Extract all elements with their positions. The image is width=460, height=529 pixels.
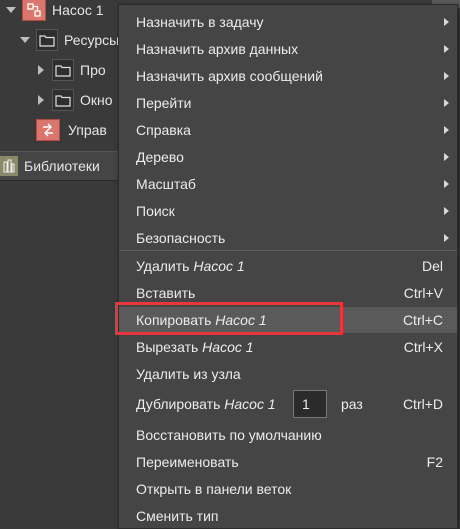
- tree-node-control-label: Управ: [68, 122, 107, 138]
- menu-item-security[interactable]: Безопасность: [119, 225, 457, 251]
- menu-item-assign-task[interactable]: Назначить в задачу: [119, 9, 457, 35]
- cut-label: Вырезать: [136, 339, 199, 355]
- rename-label: Переименовать: [136, 454, 239, 470]
- menu-item-zoom[interactable]: Масштаб: [119, 171, 457, 197]
- tree-node-child1[interactable]: Про: [38, 58, 106, 82]
- open-in-branch-panel-label: Открыть в панели веток: [136, 481, 292, 497]
- submenu-arrow-icon: [444, 72, 449, 80]
- folder-icon: [52, 59, 74, 81]
- tree-node-root-label: Насос 1: [52, 2, 104, 18]
- menu-separator: [119, 250, 457, 251]
- control-node-icon: [36, 119, 60, 141]
- delete-target: Насос 1: [193, 258, 245, 274]
- collapse-arrow-icon[interactable]: [38, 65, 44, 75]
- restore-default-label: Восстановить по умолчанию: [136, 427, 322, 443]
- menu-item-tree[interactable]: Дерево: [119, 144, 457, 170]
- menu-item-cut[interactable]: Вырезать Насос 1 Ctrl+X: [119, 334, 457, 360]
- menu-item-label: Дерево: [136, 149, 184, 165]
- submenu-arrow-icon: [444, 18, 449, 26]
- menu-item-label: Поиск: [136, 203, 175, 219]
- paste-label: Вставить: [136, 285, 196, 301]
- remove-from-node-label: Удалить из узла: [136, 366, 241, 382]
- duplicate-shortcut: Ctrl+D: [402, 396, 443, 412]
- delete-label: Удалить: [136, 258, 190, 274]
- context-menu: Назначить в задачу Назначить архив данны…: [118, 4, 458, 529]
- duplicate-label: Дублировать: [136, 396, 221, 412]
- menu-item-restore-default[interactable]: Восстановить по умолчанию: [119, 422, 457, 448]
- menu-item-rename[interactable]: Переименовать F2: [119, 449, 457, 475]
- pump-node-icon: [22, 0, 46, 21]
- menu-item-help[interactable]: Справка: [119, 117, 457, 143]
- menu-item-remove-from-node[interactable]: Удалить из узла: [119, 361, 457, 387]
- copy-shortcut: Ctrl+C: [402, 312, 443, 328]
- expand-arrow-icon[interactable]: [20, 37, 30, 43]
- tree-node-child2[interactable]: Окно: [38, 88, 113, 112]
- expand-arrow-icon[interactable]: [6, 7, 16, 13]
- menu-item-label: Масштаб: [136, 176, 196, 192]
- tree-node-child2-label: Окно: [80, 92, 113, 108]
- menu-item-change-type[interactable]: Сменить тип: [119, 503, 457, 529]
- tree-node-child1-label: Про: [80, 62, 106, 78]
- collapse-arrow-icon[interactable]: [38, 95, 44, 105]
- cut-target: Насос 1: [202, 339, 254, 355]
- duplicate-count-input[interactable]: 1: [293, 390, 327, 418]
- duplicate-times-label: раз: [341, 396, 363, 412]
- menu-item-label: Назначить в задачу: [136, 14, 264, 30]
- libraries-label: Библиотеки: [24, 158, 100, 174]
- menu-item-goto[interactable]: Перейти: [119, 90, 457, 116]
- menu-item-label: Перейти: [136, 95, 192, 111]
- submenu-arrow-icon: [444, 99, 449, 107]
- folder-icon: [52, 89, 74, 111]
- menu-item-label: Справка: [136, 122, 191, 138]
- tree-node-resources-label: Ресурсы: [64, 32, 120, 48]
- cut-shortcut: Ctrl+X: [403, 339, 443, 355]
- menu-item-delete[interactable]: Удалить Насос 1 Del: [119, 253, 457, 279]
- project-tree: Насос 1 Ресурсы Про Окно Управ: [0, 0, 130, 529]
- submenu-arrow-icon: [444, 234, 449, 242]
- menu-item-open-in-branch-panel[interactable]: Открыть в панели веток: [119, 476, 457, 502]
- submenu-arrow-icon: [444, 153, 449, 161]
- libraries-panel-header[interactable]: Библиотеки: [0, 151, 130, 181]
- menu-item-assign-message-archive[interactable]: Назначить архив сообщений: [119, 63, 457, 89]
- menu-item-search[interactable]: Поиск: [119, 198, 457, 224]
- tree-node-resources[interactable]: Ресурсы: [20, 28, 119, 52]
- tree-node-root[interactable]: Насос 1: [6, 0, 104, 22]
- menu-item-assign-data-archive[interactable]: Назначить архив данных: [119, 36, 457, 62]
- tree-node-control[interactable]: Управ: [36, 118, 107, 142]
- duplicate-target: Насос 1: [224, 396, 276, 412]
- menu-item-duplicate[interactable]: Дублировать Насос 1 1 раз Ctrl+D: [119, 390, 457, 418]
- paste-shortcut: Ctrl+V: [403, 285, 443, 301]
- library-icon: [0, 156, 18, 176]
- submenu-arrow-icon: [444, 207, 449, 215]
- delete-shortcut: Del: [421, 258, 443, 274]
- submenu-arrow-icon: [444, 126, 449, 134]
- menu-item-label: Назначить архив сообщений: [136, 68, 323, 84]
- submenu-arrow-icon: [444, 45, 449, 53]
- menu-item-label: Безопасность: [136, 230, 226, 246]
- highlight-frame: [115, 302, 343, 335]
- submenu-arrow-icon: [444, 180, 449, 188]
- rename-shortcut: F2: [426, 454, 443, 470]
- menu-item-label: Назначить архив данных: [136, 41, 299, 57]
- folder-icon: [36, 29, 58, 51]
- change-type-label: Сменить тип: [136, 508, 219, 524]
